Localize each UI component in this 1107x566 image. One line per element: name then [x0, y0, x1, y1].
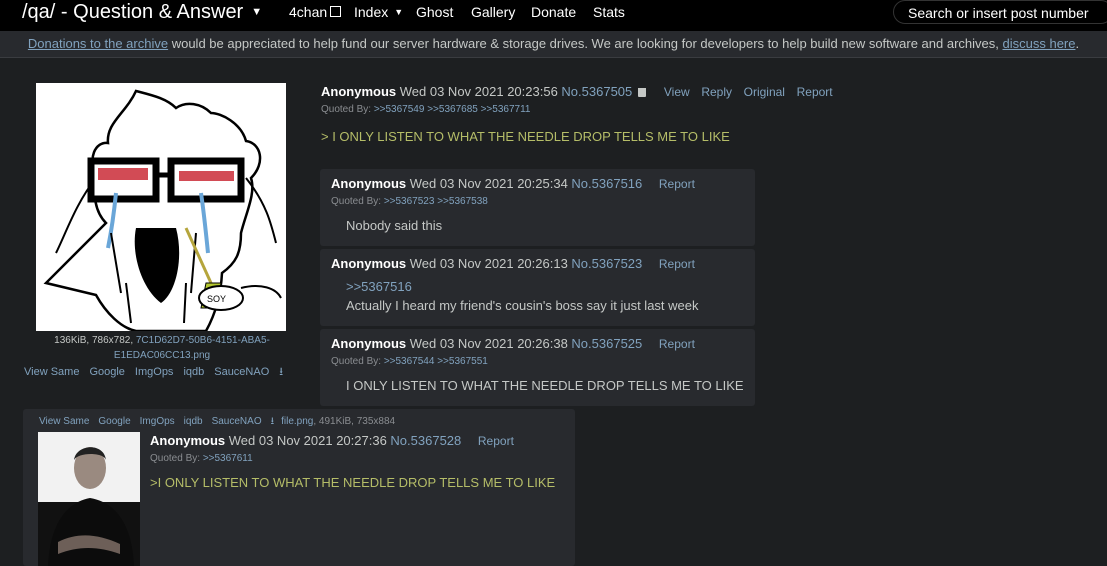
quoted-links[interactable]: >>5367549 >>5367685 >>5367711	[374, 104, 531, 115]
banner-end: .	[1075, 36, 1080, 51]
op-file-info: 136KiB, 786x782, 7C1D62D7-50B6-4151-ABA5…	[54, 335, 270, 361]
download-icon[interactable]: ⭳	[279, 366, 283, 378]
quoted-links[interactable]: >>5367523 >>5367538	[384, 196, 488, 207]
reply-post: Anonymous Wed 03 Nov 2021 20:26:38 No.53…	[320, 329, 755, 406]
imgops-link[interactable]: ImgOps	[140, 416, 175, 427]
view-same-link[interactable]: View Same	[24, 366, 79, 378]
donation-banner: Donations to the archive would be apprec…	[0, 31, 1107, 58]
op-thumbnail[interactable]: SOY	[36, 83, 286, 333]
file-meta: , 491KiB, 735x884	[313, 416, 396, 427]
op-file-name[interactable]: 7C1D62D7-50B6-4151-ABA5-E1EDAC06CC13.png	[114, 335, 270, 361]
board-title[interactable]: /qa/ - Question & Answer ▼	[22, 0, 262, 28]
search-input[interactable]: Search or insert post number	[893, 0, 1107, 24]
report-link[interactable]: Report	[659, 257, 695, 271]
report-link[interactable]: Report	[797, 85, 833, 99]
post-number[interactable]: No.5367528	[390, 433, 461, 448]
banner-text: would be appreciated to help fund our se…	[168, 36, 1003, 51]
reply-header: Anonymous Wed 03 Nov 2021 20:25:34 No.53…	[331, 176, 695, 191]
view-link[interactable]: View	[664, 85, 690, 99]
quote-backlink[interactable]: >>5367516	[346, 279, 412, 294]
post-date: Wed 03 Nov 2021 20:25:34	[409, 176, 568, 191]
google-link[interactable]: Google	[89, 366, 124, 378]
saucenao-link[interactable]: SauceNAO	[212, 416, 262, 427]
external-link-icon	[330, 6, 342, 17]
nav-gallery[interactable]: Gallery	[471, 4, 515, 20]
quoted-links[interactable]: >>5367611	[203, 453, 253, 464]
poster-name: Anonymous	[331, 256, 407, 271]
post-number[interactable]: No.5367523	[571, 256, 642, 271]
reply-message: I ONLY LISTEN TO WHAT THE NEEDLE DROP TE…	[346, 378, 744, 393]
soyjak-image: SOY	[36, 83, 286, 333]
chevron-down-icon: ▼	[394, 7, 404, 17]
report-link[interactable]: Report	[478, 434, 514, 448]
download-icon[interactable]: ⭳	[271, 416, 275, 427]
nav-stats[interactable]: Stats	[593, 4, 625, 20]
man-photo	[38, 432, 140, 566]
post-number[interactable]: No.5367525	[571, 336, 642, 351]
post-number[interactable]: No.5367516	[571, 176, 642, 191]
reply-header: Anonymous Wed 03 Nov 2021 20:26:38 No.53…	[331, 336, 695, 351]
poster-name: Anonymous	[331, 336, 407, 351]
original-link[interactable]: Original	[744, 85, 785, 99]
iqdb-link[interactable]: iqdb	[183, 366, 204, 378]
reply-header: Anonymous Wed 03 Nov 2021 20:27:36 No.53…	[150, 433, 514, 448]
reply-message: Nobody said this	[346, 218, 443, 233]
reply-link[interactable]: Reply	[701, 85, 732, 99]
reply-quoted-by: Quoted By: >>5367544 >>5367551	[331, 356, 488, 367]
top-bar: /qa/ - Question & Answer ▼ 4chan Index ▼ G…	[0, 0, 1107, 31]
poster-name: Anonymous	[331, 176, 407, 191]
reply-message: Actually I heard my friend's cousin's bo…	[346, 298, 699, 313]
reply-thumbnail[interactable]	[38, 432, 140, 566]
quoted-links[interactable]: >>5367544 >>5367551	[384, 356, 488, 367]
post-date: Wed 03 Nov 2021 20:23:56	[399, 84, 558, 99]
chevron-down-icon: ▼	[251, 6, 263, 18]
nav-4chan[interactable]: 4chan	[289, 4, 342, 20]
op-image-tools: View Same Google ImgOps iqdb SauceNAO ⭳	[24, 363, 293, 382]
iqdb-link[interactable]: iqdb	[184, 416, 203, 427]
reply-header: Anonymous Wed 03 Nov 2021 20:26:13 No.53…	[331, 256, 695, 271]
report-link[interactable]: Report	[659, 177, 695, 191]
report-link[interactable]: Report	[659, 337, 695, 351]
google-link[interactable]: Google	[98, 416, 130, 427]
nav-index[interactable]: Index ▼	[354, 4, 403, 20]
op-post-header: Anonymous Wed 03 Nov 2021 20:23:56 No.53…	[321, 84, 833, 99]
board-title-text: /qa/ - Question & Answer	[22, 1, 244, 23]
file-name-link[interactable]: file.png	[281, 416, 313, 427]
svg-text:SOY: SOY	[207, 294, 226, 304]
post-date: Wed 03 Nov 2021 20:26:13	[409, 256, 568, 271]
reply-image-tools: View Same Google ImgOps iqdb SauceNAO ⭳ file.p…	[39, 414, 395, 431]
imgops-link[interactable]: ImgOps	[135, 366, 174, 378]
saucenao-link[interactable]: SauceNAO	[214, 366, 269, 378]
post-date: Wed 03 Nov 2021 20:27:36	[228, 433, 387, 448]
post-date: Wed 03 Nov 2021 20:26:38	[409, 336, 568, 351]
discuss-link[interactable]: discuss here	[1003, 36, 1076, 51]
reply-quoted-by: Quoted By: >>5367523 >>5367538	[331, 196, 488, 207]
trash-icon[interactable]	[638, 88, 647, 97]
nav-ghost[interactable]: Ghost	[416, 4, 453, 20]
poster-name: Anonymous	[321, 84, 397, 99]
view-same-link[interactable]: View Same	[39, 416, 89, 427]
poster-name: Anonymous	[150, 433, 226, 448]
reply-quoted-by: Quoted By: >>5367611	[150, 453, 253, 464]
op-message: > I ONLY LISTEN TO WHAT THE NEEDLE DROP …	[321, 129, 730, 144]
donations-link[interactable]: Donations to the archive	[28, 36, 168, 51]
reply-post: Anonymous Wed 03 Nov 2021 20:26:13 No.53…	[320, 249, 755, 326]
nav-donate[interactable]: Donate	[531, 4, 576, 20]
reply-post: Anonymous Wed 03 Nov 2021 20:25:34 No.53…	[320, 169, 755, 246]
reply-message: >I ONLY LISTEN TO WHAT THE NEEDLE DROP T…	[150, 475, 556, 490]
op-quoted-by: Quoted By: >>5367549 >>5367685 >>5367711	[321, 104, 531, 115]
post-number[interactable]: No.5367505	[561, 84, 632, 99]
